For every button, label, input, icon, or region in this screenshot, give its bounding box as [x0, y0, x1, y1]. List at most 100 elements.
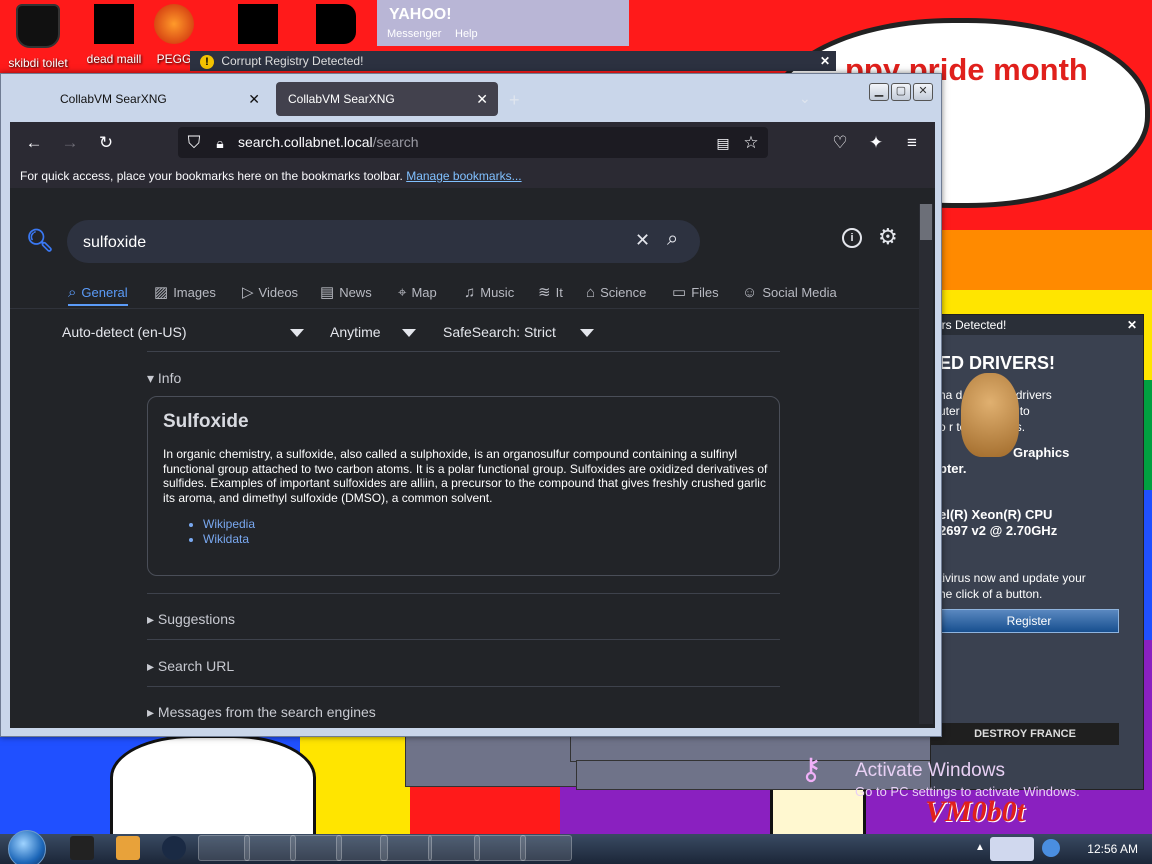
page-scrollbar[interactable] [919, 204, 933, 724]
mail-folder-icon [94, 4, 134, 44]
infobox-title: Sulfoxide [163, 411, 249, 432]
destroy-france-button[interactable]: DESTROY FRANCE [931, 723, 1119, 745]
taskbar-button[interactable] [428, 835, 480, 861]
shield-icon[interactable]: ⛉ [184, 133, 204, 153]
key-icon: ⚷ [800, 753, 822, 786]
tab-inactive[interactable]: CollabVM SearXNG ✕ [48, 82, 270, 116]
tab-active[interactable]: CollabVM SearXNG ✕ [276, 82, 498, 116]
maximize-button[interactable]: ▢ [891, 83, 911, 101]
menu-icon[interactable]: ≡ [902, 133, 922, 153]
taskbar-app-icon[interactable] [162, 836, 186, 860]
network-icon[interactable] [1042, 839, 1060, 857]
taskbar-button[interactable] [244, 835, 296, 861]
wikidata-link[interactable]: Wikidata [203, 532, 255, 547]
close-button[interactable]: ✕ [913, 83, 933, 101]
tab-close-icon[interactable]: ✕ [476, 82, 488, 116]
category-news[interactable]: ▤ News [320, 282, 372, 304]
safesearch-dropdown-caret-icon[interactable] [580, 324, 594, 340]
settings-gear-icon[interactable]: ⚙ [878, 224, 898, 250]
search-submit-icon[interactable]: ⌕ [667, 228, 678, 251]
taskbar-button[interactable] [520, 835, 572, 861]
dialog-close-button[interactable]: ✕ [820, 51, 830, 71]
language-dropdown-caret-icon[interactable] [290, 324, 304, 340]
minimize-button[interactable]: ▁ [869, 83, 889, 101]
url-bar[interactable]: ⛉ 🔒︎ search.collabnet.local/search ▤ ☆ [178, 127, 768, 158]
register-button[interactable]: Register [939, 609, 1119, 633]
taskbar-clock[interactable]: 12:56 AM [1087, 834, 1138, 864]
new-tab-button[interactable]: + [509, 90, 520, 111]
time-range-select[interactable]: Anytime [330, 324, 381, 340]
explosion-icon [238, 4, 278, 44]
infobox: Sulfoxide In organic chemistry, a sulfox… [147, 396, 780, 576]
wikipedia-link[interactable]: Wikipedia [203, 517, 255, 532]
taskbar-button[interactable] [380, 835, 432, 861]
desktop-icon-skibdi[interactable]: skibdi toilet [2, 4, 74, 70]
tray-expand-icon[interactable]: ▲ [975, 842, 985, 853]
yahoo-messenger-window: YAHOO! Messenger Help [377, 0, 629, 46]
bookmarks-message: For quick access, place your bookmarks h… [20, 169, 403, 183]
bookmark-star-icon[interactable]: ☆ [741, 133, 761, 153]
scrollbar-thumb[interactable] [920, 204, 932, 240]
pocket-icon[interactable]: ♡ [830, 133, 850, 153]
tab-list-chevron-icon[interactable]: ⌄ [799, 90, 811, 107]
desktop-icon-5[interactable] [300, 4, 372, 52]
category-label: Science [600, 285, 647, 300]
category-social-media[interactable]: ☺ Social Media [742, 282, 837, 304]
category-label: Files [691, 285, 719, 300]
search-url-toggle[interactable]: ▸ Search URL [147, 658, 234, 675]
safesearch-select[interactable]: SafeSearch: Strict [443, 324, 556, 340]
corrupt-registry-dialog: ! Corrupt Registry Detected! ✕ [190, 51, 836, 71]
safesearch-value: SafeSearch: Strict [443, 324, 556, 340]
category-videos[interactable]: ▷ Videos [242, 282, 298, 304]
category-label: News [339, 285, 372, 300]
suggestions-label: Suggestions [157, 611, 235, 627]
category-music[interactable]: ♫ Music [464, 282, 514, 304]
category-label: Videos [258, 285, 299, 300]
info-icon[interactable]: i [842, 228, 862, 248]
suggestions-toggle[interactable]: ▸ Suggestions [147, 611, 235, 628]
media-player-icon[interactable] [116, 836, 140, 860]
taskbar-firefox-button[interactable] [198, 835, 250, 861]
time-dropdown-caret-icon[interactable] [402, 324, 416, 340]
taskbar-button[interactable] [474, 835, 526, 861]
image-icon: ▨ [154, 284, 169, 301]
popup-cpu-line2: 2697 v2 @ 2.70GHz [939, 523, 1058, 538]
back-arrow-icon[interactable]: ← [24, 133, 44, 153]
desktop-icon-4[interactable] [222, 4, 294, 52]
category-map[interactable]: ⌖ Map [398, 282, 437, 304]
reload-icon[interactable]: ↻ [96, 133, 116, 153]
category-science[interactable]: ⌂ Science [586, 282, 646, 304]
hamster-image [961, 373, 1019, 457]
yahoo-help-label: Help [455, 28, 478, 40]
start-button[interactable] [8, 830, 46, 864]
forward-arrow-icon[interactable]: → [60, 133, 80, 153]
search-input[interactable] [81, 220, 625, 265]
clear-search-icon[interactable]: ✕ [635, 230, 650, 251]
category-images[interactable]: ▨ Images [154, 282, 216, 304]
engine-messages-toggle[interactable]: ▸ Messages from the search engines [147, 704, 376, 721]
manage-bookmarks-link[interactable]: Manage bookmarks... [406, 169, 521, 183]
tab-label: CollabVM SearXNG [288, 92, 395, 106]
tray-app-icon[interactable] [990, 837, 1034, 861]
searxng-logo-search-icon[interactable]: 🔍︎ [26, 228, 54, 254]
category-it[interactable]: ≋ It [538, 282, 563, 304]
files-icon: ▭ [672, 284, 687, 301]
warning-icon: ! [200, 54, 214, 69]
tab-close-icon[interactable]: ✕ [248, 82, 260, 116]
taskbar-app-icon[interactable] [70, 836, 94, 860]
desktop: ppy pride month skibdi toilet dead maill… [0, 0, 1152, 864]
language-select[interactable]: Auto-detect (en-US) [62, 324, 187, 340]
searxng-page: 🔍︎ ✕ ⌕ i ⚙ ⌕ General ▨ Images ▷ Videos ▤ New… [10, 188, 935, 728]
popup-close-button[interactable]: ✕ [1127, 315, 1137, 335]
activate-windows-watermark: Activate Windows Go to PC settings to ac… [855, 760, 1080, 799]
lock-icon[interactable]: 🔒︎ [210, 133, 230, 153]
category-label: Social Media [762, 285, 837, 300]
reader-view-icon[interactable]: ▤ [713, 133, 733, 153]
map-pin-icon: ⌖ [398, 284, 407, 301]
taskbar-button[interactable] [290, 835, 342, 861]
extensions-icon[interactable]: ✦ [866, 133, 886, 153]
search-url-label: Search URL [157, 658, 235, 674]
info-section-toggle[interactable]: ▾ Info [147, 370, 181, 387]
category-files[interactable]: ▭ Files [672, 282, 719, 304]
category-general[interactable]: ⌕ General [68, 282, 128, 306]
